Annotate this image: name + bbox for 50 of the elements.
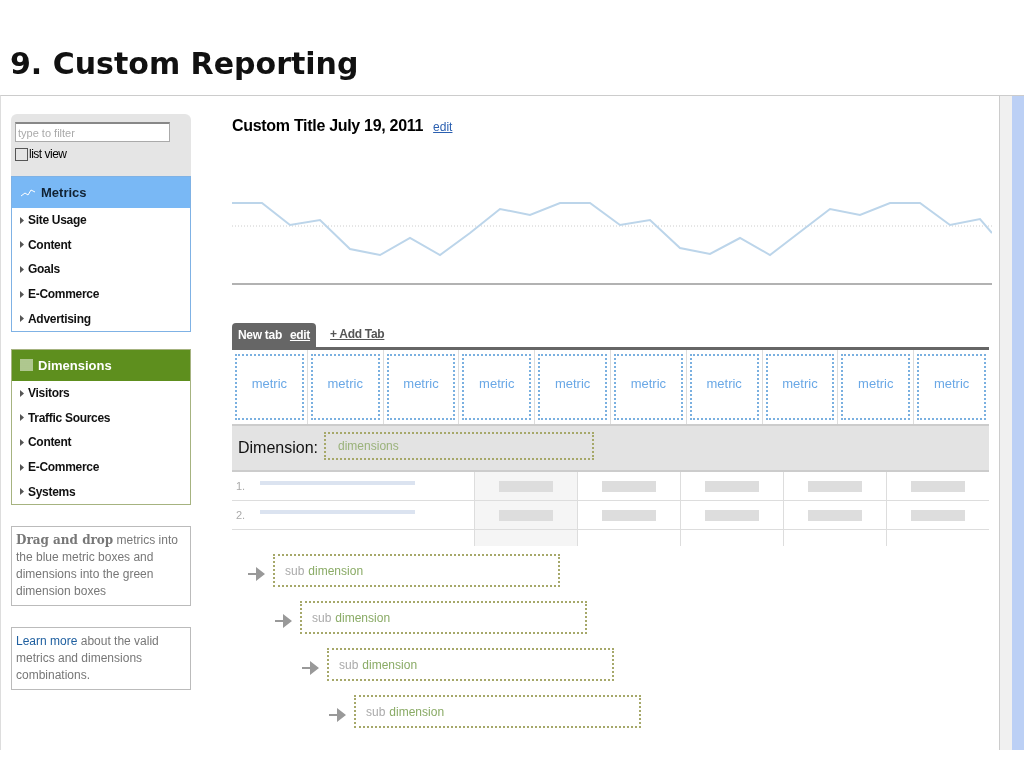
metrics-title: Metrics	[41, 185, 87, 200]
list-view-checkbox[interactable]	[15, 147, 28, 161]
triangle-icon	[20, 290, 24, 298]
placeholder-bar	[499, 480, 553, 492]
triangle-icon	[20, 438, 24, 446]
triangle-icon	[20, 216, 24, 224]
triangle-icon	[20, 463, 24, 471]
placeholder-bar	[808, 480, 862, 492]
placeholder-bar	[911, 509, 965, 521]
triangle-icon	[20, 488, 24, 496]
placeholder-bar	[911, 480, 965, 492]
edit-link[interactable]: edit	[433, 120, 453, 134]
learn-more-link[interactable]: Learn more	[16, 633, 78, 648]
triangle-icon	[20, 389, 24, 397]
metric-category[interactable]: Goals	[12, 257, 190, 282]
filter-field[interactable]: type to filter	[15, 122, 170, 142]
help-note: Drag and drop metrics into the blue metric boxes and dimensions into the green dimension boxes	[11, 525, 191, 606]
line-chart-icon	[20, 187, 36, 198]
tab-edit-link[interactable]: edit	[289, 328, 311, 342]
dimension-category[interactable]: Traffic Sources	[12, 405, 190, 431]
triangle-icon	[20, 266, 24, 273]
dimension-label: Dimension:	[238, 439, 319, 457]
triangle-icon	[20, 315, 24, 323]
triangle-icon	[20, 241, 24, 249]
placeholder-bar	[602, 480, 656, 492]
dimension-category[interactable]: E-Commerce	[12, 454, 190, 480]
placeholder-bar	[808, 509, 862, 521]
placeholder-bar	[602, 509, 656, 521]
row-number: 1.	[235, 480, 247, 492]
learn-more-note: Learn more about the valid metrics and dimensions combinations.	[11, 626, 191, 690]
metric-category[interactable]: Site Usage	[12, 208, 190, 233]
scrollbar[interactable]	[999, 96, 1024, 750]
metric-category[interactable]: Advertising	[12, 306, 190, 331]
report-title: Custom Title July 19, 2011	[232, 117, 424, 135]
dimensions-title: Dimensions	[38, 357, 112, 373]
metric-category[interactable]: E-Commerce	[12, 281, 190, 307]
dimension-category[interactable]: Content	[12, 430, 190, 455]
add-tab-link[interactable]: + Add Tab	[330, 327, 385, 347]
list-view-label: list view	[29, 147, 67, 161]
dimension-category[interactable]: Systems	[12, 479, 190, 504]
report-tab[interactable]: New tab edit	[232, 323, 317, 347]
dimension-category[interactable]: Visitors	[12, 380, 190, 406]
row-number: 2.	[235, 509, 247, 521]
placeholder-bar	[499, 509, 553, 521]
placeholder-bar	[705, 480, 759, 492]
list-icon	[20, 359, 33, 372]
triangle-icon	[20, 414, 24, 422]
slide-title: 9. Custom Reporting	[9, 45, 360, 83]
metric-category[interactable]: Content	[12, 232, 190, 258]
placeholder-bar	[705, 509, 759, 521]
